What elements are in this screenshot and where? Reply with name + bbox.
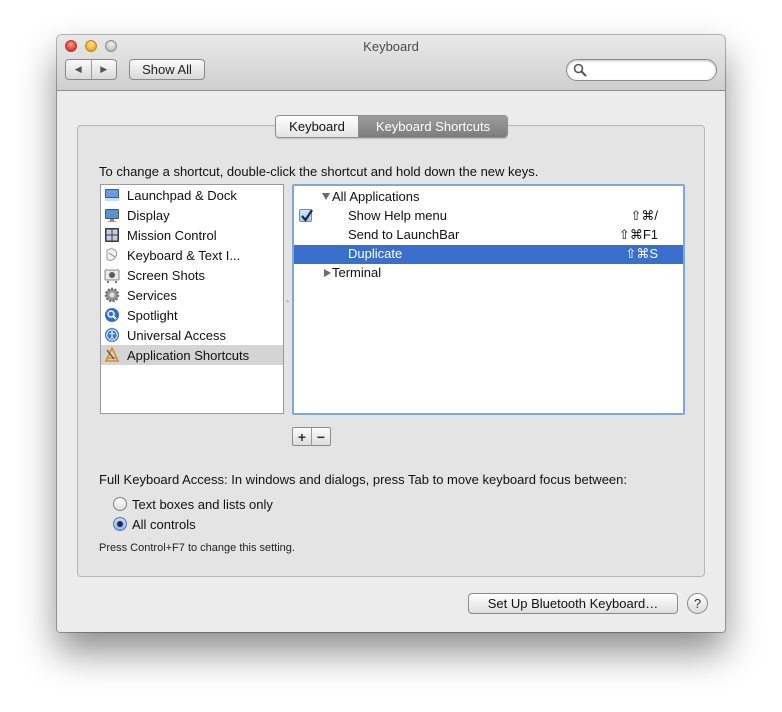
- add-shortcut-button[interactable]: +: [293, 428, 311, 445]
- group-label: All Applications: [332, 189, 420, 204]
- chevron-right-icon: ▶: [100, 64, 108, 74]
- category-item-services[interactable]: Services: [101, 285, 283, 305]
- radio-all-controls[interactable]: All controls: [113, 515, 196, 533]
- category-item-keyboard-text-input[interactable]: Keyboard & Text I...: [101, 245, 283, 265]
- search-icon: [573, 63, 587, 77]
- category-label: Keyboard & Text I...: [127, 247, 241, 263]
- checkmark-icon: [301, 209, 313, 222]
- category-label: Spotlight: [127, 307, 178, 323]
- category-label: Launchpad & Dock: [127, 187, 237, 203]
- split-view-handle[interactable]: ‸: [286, 292, 290, 302]
- search-field[interactable]: [566, 59, 717, 81]
- shortcut-keys: ⇧⌘S: [625, 246, 658, 261]
- shortcut-label: Show Help menu: [348, 208, 447, 223]
- show-all-button[interactable]: Show All: [129, 59, 205, 80]
- category-list: Launchpad & Dock Display Mission Control…: [100, 184, 284, 414]
- shortcut-label: Send to LaunchBar: [348, 227, 460, 242]
- tab-keyboard-shortcuts[interactable]: Keyboard Shortcuts: [359, 116, 507, 137]
- shortcut-keys: ⇧⌘F1: [618, 227, 658, 242]
- radio-label: All controls: [132, 516, 196, 532]
- remove-shortcut-button[interactable]: −: [311, 428, 330, 445]
- category-label: Display: [127, 207, 170, 223]
- radio-label: Text boxes and lists only: [132, 496, 273, 512]
- radio-text-boxes-lists[interactable]: Text boxes and lists only: [113, 495, 273, 513]
- display-icon: [104, 207, 120, 223]
- category-label: Application Shortcuts: [127, 347, 250, 363]
- services-gear-icon: [104, 287, 120, 303]
- tab-keyboard[interactable]: Keyboard: [276, 116, 359, 137]
- category-label: Screen Shots: [127, 267, 206, 283]
- category-label: Mission Control: [127, 227, 217, 243]
- checkbox[interactable]: [299, 209, 313, 222]
- title-bar: Keyboard ◀ ▶ Show All: [57, 35, 725, 91]
- keyboard-preferences-window: Keyboard ◀ ▶ Show All Keyboard Keyboard …: [57, 35, 725, 632]
- radio-button[interactable]: [113, 517, 127, 531]
- keyboard-text-input-icon: [104, 247, 120, 263]
- radio-button[interactable]: [113, 497, 127, 511]
- chevron-left-icon: ◀: [74, 64, 82, 74]
- shortcut-row-duplicate[interactable]: Duplicate ⇧⌘S: [294, 245, 683, 264]
- shortcut-label: Duplicate: [348, 246, 403, 261]
- window-title: Keyboard: [363, 39, 419, 54]
- back-button[interactable]: ◀: [66, 60, 91, 79]
- group-row-terminal[interactable]: Terminal: [294, 264, 683, 283]
- search-input[interactable]: [589, 62, 709, 78]
- shortcuts-outline: All Applications Show Help menu ⇧⌘/ Send…: [292, 184, 685, 415]
- spotlight-icon: [104, 307, 120, 323]
- add-remove-control: + −: [292, 427, 331, 446]
- setup-bluetooth-keyboard-button[interactable]: Set Up Bluetooth Keyboard…: [468, 593, 678, 614]
- category-item-display[interactable]: Display: [101, 205, 283, 225]
- shortcut-row-show-help-menu[interactable]: Show Help menu ⇧⌘/: [294, 207, 683, 226]
- shortcut-keys: ⇧⌘/: [630, 208, 658, 223]
- category-item-screen-shots[interactable]: Screen Shots: [101, 265, 283, 285]
- category-item-spotlight[interactable]: Spotlight: [101, 305, 283, 325]
- instructions-text: To change a shortcut, double-click the s…: [99, 164, 539, 179]
- launchpad-dock-icon: [104, 187, 120, 203]
- category-label: Universal Access: [127, 327, 226, 343]
- group-row-all-applications[interactable]: All Applications: [294, 188, 683, 207]
- shortcut-hint-text: Press Control+F7 to change this setting.: [99, 542, 295, 554]
- category-item-application-shortcuts[interactable]: Application Shortcuts: [101, 345, 283, 365]
- category-item-launchpad-dock[interactable]: Launchpad & Dock: [101, 185, 283, 205]
- tab-control: Keyboard Keyboard Shortcuts: [275, 115, 508, 138]
- disclosure-triangle-closed-icon[interactable]: [324, 269, 331, 277]
- back-forward-control: ◀ ▶: [65, 59, 117, 80]
- forward-button[interactable]: ▶: [90, 60, 117, 79]
- full-keyboard-access-label: Full Keyboard Access: In windows and dia…: [99, 472, 627, 487]
- application-shortcuts-icon: [104, 346, 120, 363]
- shortcut-row-send-to-launchbar[interactable]: Send to LaunchBar ⇧⌘F1: [294, 226, 683, 245]
- help-button[interactable]: ?: [687, 593, 708, 614]
- disclosure-triangle-open-icon[interactable]: [322, 193, 330, 200]
- category-item-mission-control[interactable]: Mission Control: [101, 225, 283, 245]
- universal-access-icon: [104, 327, 120, 343]
- group-label: Terminal: [332, 265, 382, 280]
- category-label: Services: [127, 287, 177, 303]
- category-item-universal-access[interactable]: Universal Access: [101, 325, 283, 345]
- mission-control-icon: [104, 227, 120, 243]
- screen-shots-icon: [104, 267, 120, 283]
